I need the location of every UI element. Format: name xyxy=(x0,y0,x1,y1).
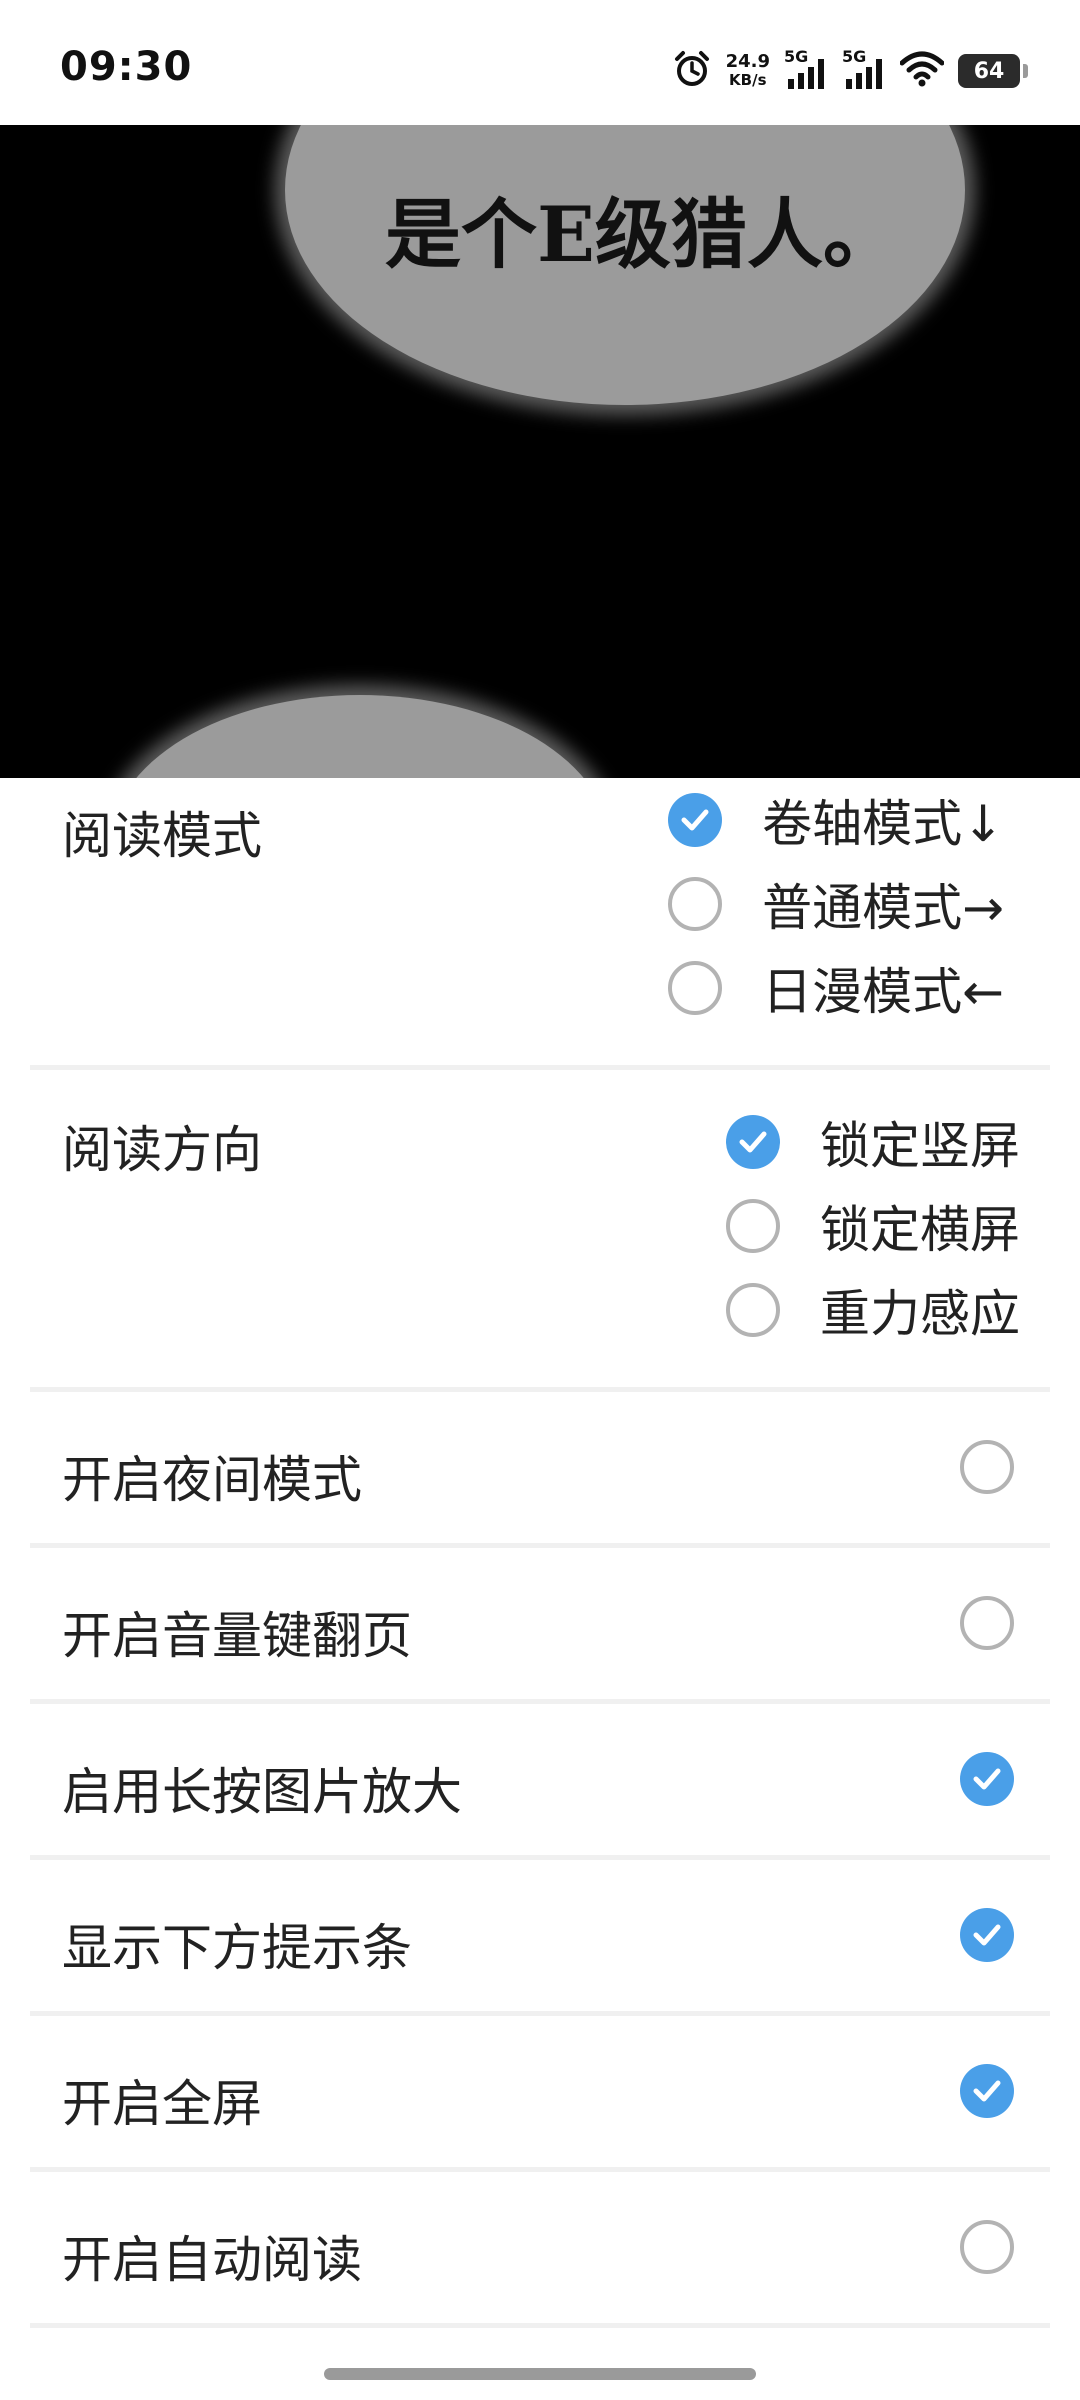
direction-option-landscape[interactable]: 锁定横屏 xyxy=(726,1184,1020,1268)
reading-direction-group: 阅读方向 锁定竖屏 锁定横屏 重力感应 xyxy=(30,1070,1050,1392)
reading-mode-group: 阅读模式 卷轴模式↓ 普通模式→ 日漫模式← xyxy=(30,778,1050,1070)
checkbox-checked-icon[interactable] xyxy=(960,2064,1014,2118)
direction-option-gravity[interactable]: 重力感应 xyxy=(726,1268,1020,1352)
reading-mode-options: 卷轴模式↓ 普通模式→ 日漫模式← xyxy=(668,778,1004,1030)
toggle-bottom-hint-bar[interactable]: 显示下方提示条 xyxy=(30,1860,1050,2016)
toggle-fullscreen[interactable]: 开启全屏 xyxy=(30,2016,1050,2172)
reading-direction-label: 阅读方向 xyxy=(62,1121,262,1179)
checkbox-unchecked-icon[interactable] xyxy=(960,1596,1014,1650)
net-speed-unit: KB/s xyxy=(729,71,767,89)
signal-sim1-icon: 5G xyxy=(784,47,828,91)
signal-sim2-icon: 5G xyxy=(842,47,886,91)
option-label: 卷轴模式↓ xyxy=(762,795,1004,853)
option-label: 重力感应 xyxy=(820,1285,1020,1343)
comic-page-image[interactable]: 是个E级猎人。 xyxy=(0,125,1080,778)
reading-direction-options: 锁定竖屏 锁定横屏 重力感应 xyxy=(726,1100,1020,1352)
wifi-icon xyxy=(899,51,945,91)
battery-level: 64 xyxy=(973,58,1005,84)
home-indicator[interactable] xyxy=(324,2368,756,2380)
network-speed: 24.9 KB/s xyxy=(725,51,770,90)
radio-unchecked-icon[interactable] xyxy=(726,1283,780,1337)
reading-mode-option-normal[interactable]: 普通模式→ xyxy=(668,862,1004,946)
toggle-night-mode[interactable]: 开启夜间模式 xyxy=(30,1392,1050,1548)
toggle-label: 开启全屏 xyxy=(62,2075,262,2133)
direction-option-portrait[interactable]: 锁定竖屏 xyxy=(726,1100,1020,1184)
status-icons: 24.9 KB/s 5G 5G 64 xyxy=(672,46,1028,96)
reading-mode-label: 阅读模式 xyxy=(62,807,262,865)
option-label: 日漫模式← xyxy=(762,963,1004,1021)
option-label: 锁定竖屏 xyxy=(820,1117,1020,1175)
toggle-long-press-zoom[interactable]: 启用长按图片放大 xyxy=(30,1704,1050,1860)
toggle-label: 显示下方提示条 xyxy=(62,1919,412,1977)
net-speed-value: 24.9 xyxy=(725,51,770,72)
reading-mode-option-scroll[interactable]: 卷轴模式↓ xyxy=(668,778,1004,862)
speech-bubble-text: 是个E级猎人。 xyxy=(385,190,899,279)
status-bar: 09:30 24.9 KB/s 5G 5G 64 xyxy=(0,0,1080,125)
checkbox-checked-icon[interactable] xyxy=(960,1908,1014,1962)
toggle-volume-key-paging[interactable]: 开启音量键翻页 xyxy=(30,1548,1050,1704)
toggle-label: 开启夜间模式 xyxy=(62,1451,362,1509)
checkbox-checked-icon[interactable] xyxy=(960,1752,1014,1806)
radio-unchecked-icon[interactable] xyxy=(668,877,723,931)
speech-bubble-partial xyxy=(110,695,610,778)
reader-settings-panel: 阅读模式 卷轴模式↓ 普通模式→ 日漫模式← 阅读方向 锁定竖屏 锁定横屏 重力… xyxy=(30,778,1050,2328)
checkbox-unchecked-icon[interactable] xyxy=(960,2220,1014,2274)
option-label: 普通模式→ xyxy=(762,879,1004,937)
radio-checked-icon[interactable] xyxy=(668,793,723,847)
checkbox-unchecked-icon[interactable] xyxy=(960,1440,1014,1494)
battery-icon: 64 xyxy=(958,54,1028,88)
status-time: 09:30 xyxy=(60,44,193,90)
toggle-label: 开启自动阅读 xyxy=(62,2231,362,2289)
reading-mode-option-manga[interactable]: 日漫模式← xyxy=(668,946,1004,1030)
radio-unchecked-icon[interactable] xyxy=(668,961,723,1015)
toggle-label: 启用长按图片放大 xyxy=(62,1763,462,1821)
option-label: 锁定横屏 xyxy=(820,1201,1020,1259)
alarm-icon xyxy=(672,49,712,93)
radio-unchecked-icon[interactable] xyxy=(726,1199,780,1253)
toggle-label: 开启音量键翻页 xyxy=(62,1607,412,1665)
radio-checked-icon[interactable] xyxy=(726,1115,780,1169)
toggle-auto-read[interactable]: 开启自动阅读 xyxy=(30,2172,1050,2328)
